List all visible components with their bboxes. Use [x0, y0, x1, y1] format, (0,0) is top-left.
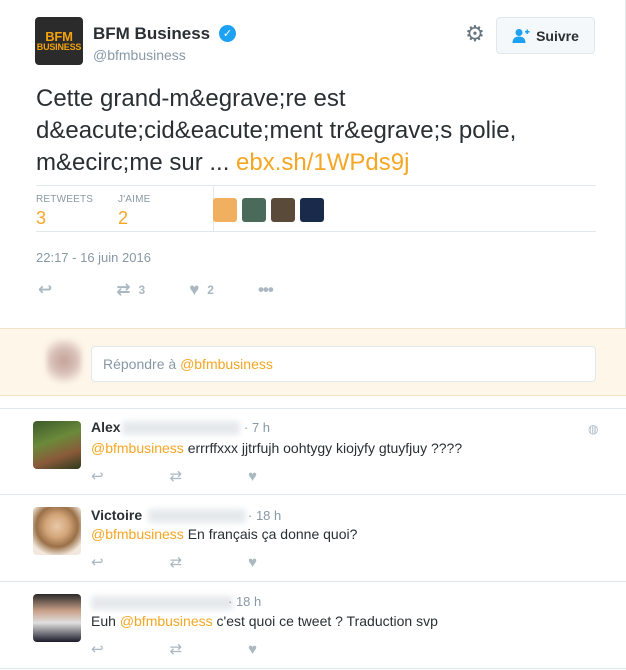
blurred-handle [148, 509, 246, 523]
add-user-icon [512, 28, 530, 43]
reply-time[interactable]: · 7 h [244, 420, 270, 435]
tweet-actions: ↩ ⇄ 3 ♥ 2 ••• [36, 280, 274, 300]
reply-mention[interactable]: @bfmbusiness [91, 526, 184, 542]
retweets-stat[interactable]: RETWEETS 3 [36, 194, 93, 229]
reply-time[interactable]: · 18 h [248, 508, 281, 523]
reply-author-name[interactable]: Victoire [91, 507, 142, 523]
tweet-detail: BFM BUSINESS BFM Business ✓ @bfmbusiness… [0, 0, 626, 328]
reply-icon: ↩ [38, 280, 53, 299]
globe-icon: ◍ [588, 422, 599, 436]
heart-icon: ♥ [189, 280, 200, 299]
heart-icon[interactable]: ♥ [248, 554, 257, 571]
account-avatar[interactable]: BFM BUSINESS [35, 17, 83, 65]
liker-avatar[interactable] [242, 198, 266, 222]
reply-actions: ↩ ⇄ ♥ [91, 467, 257, 486]
reply-icon[interactable]: ↩ [91, 553, 104, 571]
reply-text: @bfmbusiness En français ça donne quoi? [91, 526, 357, 542]
tweet-text: Cette grand-m&egrave;re est d&eacute;cid… [36, 83, 596, 179]
reply-placeholder-mention: @bfmbusiness [180, 356, 273, 372]
likes-stat[interactable]: J'AIME 2 [118, 194, 151, 229]
retweets-label: RETWEETS [36, 194, 94, 205]
reply-actions: ↩ ⇄ ♥ [91, 553, 257, 572]
tweet-link[interactable]: ebx.sh/1WPds9j [236, 149, 409, 176]
retweet-icon[interactable]: ⇄ [170, 467, 183, 485]
reply-composer: Répondre à @bfmbusiness [0, 328, 626, 396]
blurred-name [91, 596, 233, 610]
liker-avatar[interactable] [213, 198, 237, 222]
reply-placeholder-prefix: Répondre à [103, 356, 181, 372]
gear-icon[interactable]: ⚙ [463, 22, 487, 46]
reply-body: En français ça donne quoi? [183, 526, 358, 542]
reply-item[interactable]: Victoire · 18 h @bfmbusiness En français… [0, 495, 626, 581]
blurred-handle [122, 421, 240, 435]
liker-avatar[interactable] [271, 198, 295, 222]
follow-button-label: Suivre [536, 27, 579, 44]
reply-mention[interactable]: @bfmbusiness [91, 440, 184, 456]
bfm-logo: BFM BUSINESS [36, 28, 82, 52]
reply-item[interactable]: Alex · 7 h ◍ @bfmbusiness errrffxxx jjtr… [0, 409, 626, 495]
likers-avatars [213, 198, 324, 222]
likes-count: 2 [118, 208, 129, 228]
reply-author-name[interactable]: Alex [91, 419, 121, 435]
account-name[interactable]: BFM Business [93, 24, 210, 44]
reply-avatar[interactable] [33, 507, 81, 555]
reply-text: Euh @bfmbusiness c'est quoi ce tweet ? T… [91, 613, 438, 629]
verified-badge-icon: ✓ [219, 25, 236, 42]
divider [0, 668, 626, 669]
retweets-count: 3 [36, 208, 47, 228]
reply-mention[interactable]: @bfmbusiness [120, 613, 213, 629]
reply-avatar[interactable] [33, 421, 81, 469]
more-icon: ••• [257, 280, 274, 299]
like-action[interactable]: ♥ 2 [189, 280, 214, 300]
reply-body: c'est quoi ce tweet ? Traduction svp [212, 613, 438, 629]
tweet-stats: RETWEETS 3 J'AIME 2 [36, 185, 596, 232]
reply-input[interactable]: Répondre à @bfmbusiness [91, 346, 596, 382]
reply-action[interactable]: ↩ [38, 280, 52, 300]
tweet-timestamp[interactable]: 22:17 - 16 juin 2016 [36, 250, 151, 265]
reply-prefix: Euh [91, 613, 120, 629]
retweet-icon: ⇄ [116, 280, 131, 299]
retweet-count: 3 [138, 283, 146, 297]
reply-icon[interactable]: ↩ [91, 467, 104, 485]
retweet-icon[interactable]: ⇄ [170, 640, 183, 658]
account-handle[interactable]: @bfmbusiness [93, 47, 186, 63]
reply-body: errrffxxx jjtrfujh oohtygy kiojyfy gtuyf… [183, 440, 463, 456]
retweet-action[interactable]: ⇄ 3 [116, 280, 145, 300]
heart-icon[interactable]: ♥ [248, 641, 257, 658]
likes-label: J'AIME [118, 194, 151, 205]
more-action[interactable]: ••• [257, 280, 274, 300]
reply-actions: ↩ ⇄ ♥ [91, 640, 257, 659]
reply-time[interactable]: · 18 h [228, 594, 261, 609]
reply-avatar[interactable] [33, 594, 81, 642]
retweet-icon[interactable]: ⇄ [170, 553, 183, 571]
liker-avatar[interactable] [300, 198, 324, 222]
like-count: 2 [207, 283, 214, 297]
reply-icon[interactable]: ↩ [91, 640, 104, 658]
heart-icon[interactable]: ♥ [248, 468, 257, 485]
user-avatar [46, 339, 82, 387]
follow-button[interactable]: Suivre [496, 17, 595, 54]
reply-item[interactable]: · 18 h Euh @bfmbusiness c'est quoi ce tw… [0, 582, 626, 668]
reply-text: @bfmbusiness errrffxxx jjtrfujh oohtygy … [91, 440, 462, 456]
